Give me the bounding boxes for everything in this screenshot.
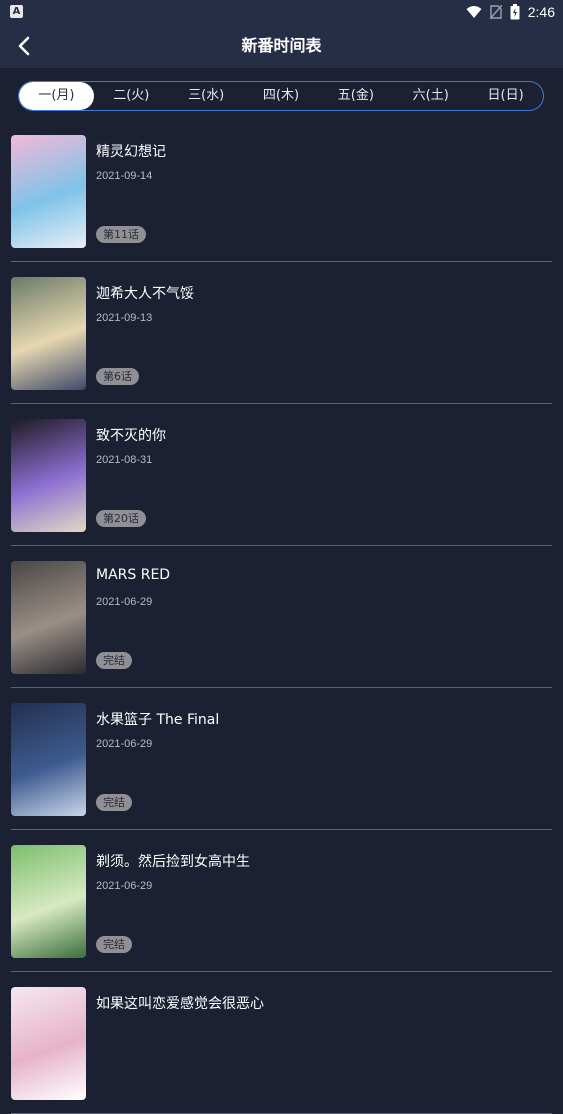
app-bar: 新番时间表 xyxy=(0,24,563,68)
item-date: 2021-06-29 xyxy=(96,738,153,750)
tab-sunday[interactable]: 日(日) xyxy=(468,82,543,110)
list-item[interactable]: 如果这叫恋爱感觉会很恶心 xyxy=(0,972,563,1114)
status-time: 2:46 xyxy=(527,4,555,20)
cover-image xyxy=(11,277,86,390)
cover-image xyxy=(11,703,86,816)
episode-badge: 第6话 xyxy=(96,368,139,385)
episode-badge: 第20话 xyxy=(96,510,146,527)
item-title: MARS RED xyxy=(96,567,171,583)
list-item[interactable]: 致不灭的你 2021-08-31 第20话 xyxy=(0,404,563,546)
item-title: 如果这叫恋爱感觉会很恶心 xyxy=(96,996,264,1012)
tab-tuesday[interactable]: 二(火) xyxy=(94,82,169,110)
status-bar: A 2:46 xyxy=(0,0,563,24)
cover-image xyxy=(11,845,86,958)
wifi-icon xyxy=(466,6,482,18)
cover-image xyxy=(11,419,86,532)
status-badge: 完结 xyxy=(96,794,132,811)
item-title: 致不灭的你 xyxy=(96,428,166,444)
status-badge: 完结 xyxy=(96,652,132,669)
item-date: 2021-08-31 xyxy=(96,454,153,466)
no-sim-icon xyxy=(489,5,502,19)
item-title: 精灵幻想记 xyxy=(96,144,166,160)
battery-icon xyxy=(510,4,520,20)
item-date: 2021-09-13 xyxy=(96,312,153,324)
item-title: 迦希大人不气馁 xyxy=(96,286,194,302)
list-item[interactable]: 迦希大人不气馁 2021-09-13 第6话 xyxy=(0,262,563,404)
list-item[interactable]: MARS RED 2021-06-29 完结 xyxy=(0,546,563,688)
tab-saturday[interactable]: 六(土) xyxy=(393,82,468,110)
list-item[interactable]: 剃须。然后捡到女高中生 2021-06-29 完结 xyxy=(0,830,563,972)
status-badge: 完结 xyxy=(96,936,132,953)
app-notification-icon: A xyxy=(10,5,23,18)
item-title: 水果篮子 The Final xyxy=(96,712,220,728)
cover-image xyxy=(11,135,86,248)
item-date: 2021-06-29 xyxy=(96,880,153,892)
tab-thursday[interactable]: 四(木) xyxy=(244,82,319,110)
status-icons: 2:46 xyxy=(466,0,555,24)
weekday-tabs: 一(月) 二(火) 三(水) 四(木) 五(金) 六(土) 日(日) xyxy=(18,81,544,111)
back-button[interactable] xyxy=(8,30,40,62)
page-title: 新番时间表 xyxy=(241,36,322,55)
anime-list: 精灵幻想记 2021-09-14 第11话 迦希大人不气馁 2021-09-13… xyxy=(0,120,563,1114)
item-date: 2021-09-14 xyxy=(96,170,153,182)
item-title: 剃须。然后捡到女高中生 xyxy=(96,854,250,870)
episode-badge: 第11话 xyxy=(96,226,146,243)
list-item[interactable]: 水果篮子 The Final 2021-06-29 完结 xyxy=(0,688,563,830)
tab-friday[interactable]: 五(金) xyxy=(318,82,393,110)
cover-image xyxy=(11,561,86,674)
item-date: 2021-06-29 xyxy=(96,596,153,608)
tab-wednesday[interactable]: 三(水) xyxy=(169,82,244,110)
tab-monday[interactable]: 一(月) xyxy=(19,82,94,110)
chevron-left-icon xyxy=(18,36,30,56)
cover-image xyxy=(11,987,86,1100)
list-item[interactable]: 精灵幻想记 2021-09-14 第11话 xyxy=(0,120,563,262)
